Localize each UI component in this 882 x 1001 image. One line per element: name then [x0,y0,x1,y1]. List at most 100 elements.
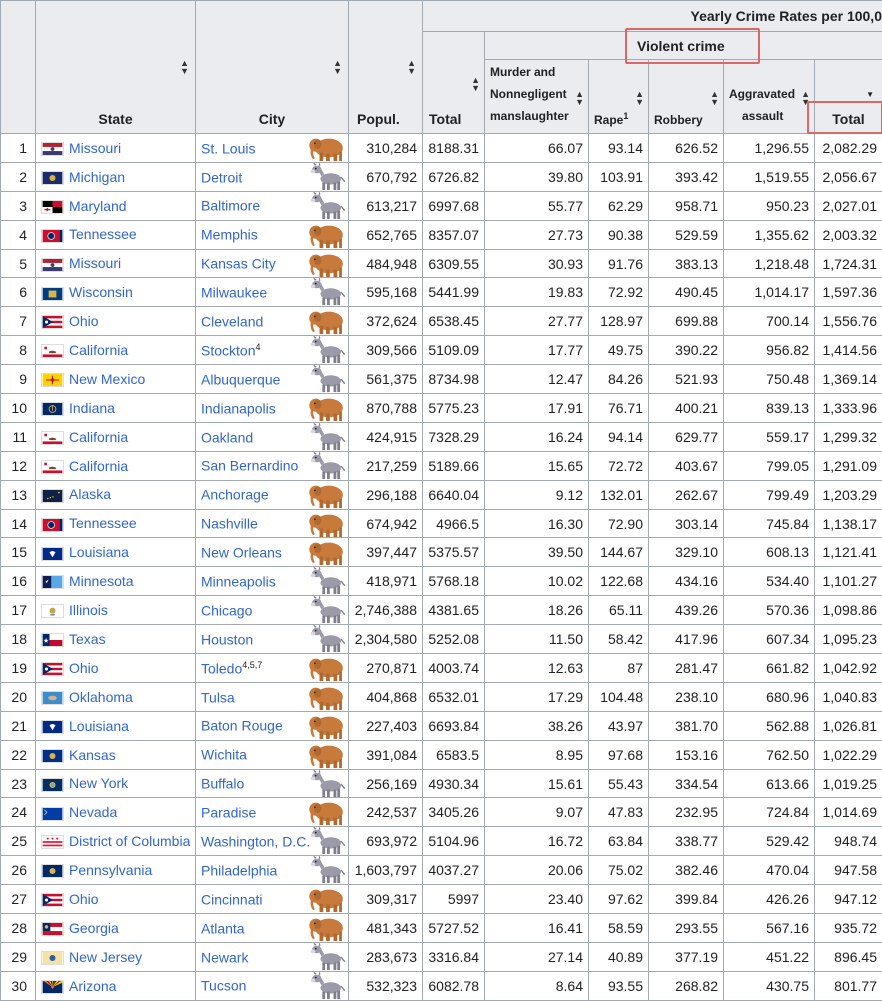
state-link[interactable]: Indiana [69,400,115,416]
state-link[interactable]: Georgia [69,920,119,936]
city-link[interactable]: Minneapolis [201,574,276,590]
table-row: 22KansasWichita391,0846583.58.9597.68153… [1,740,882,769]
state-link[interactable]: California [69,342,128,358]
city-link[interactable]: Baton Rouge [201,718,283,734]
city-link[interactable]: Philadelphia [201,863,277,879]
city-link[interactable]: Baltimore [201,198,260,214]
city-link[interactable]: Cleveland [201,314,263,330]
sort-icon[interactable]: ▲▼ [471,76,480,92]
city-cell: Philadelphia [196,856,349,885]
city-link[interactable]: Wichita [201,747,247,763]
city-link[interactable]: Cincinnati [201,891,262,907]
city-link[interactable]: Stockton [201,343,255,359]
population-header[interactable]: ▲▼ Popul. [349,1,423,134]
city-link[interactable]: Indianapolis [201,400,276,416]
state-flag-icon [41,951,64,965]
city-link[interactable]: Tulsa [201,689,235,705]
robbery-cell: 699.88 [649,307,724,336]
state-link[interactable]: Louisiana [69,718,129,734]
table-row: 17IllinoisChicago2,746,3884381.6518.2665… [1,596,882,625]
city-link[interactable]: Buffalo [201,776,244,792]
city-link[interactable]: Tucson [201,978,246,994]
state-link[interactable]: Ohio [69,313,99,329]
rank-cell: 19 [1,654,36,683]
state-link[interactable]: Wisconsin [69,284,133,300]
donkey-icon [308,827,346,855]
city-footnote[interactable]: 4,5,7 [242,660,262,670]
total-highlight [807,101,882,134]
robbery-cell: 232.95 [649,798,724,827]
state-link[interactable]: Missouri [69,140,121,156]
state-link[interactable]: District of Columbia [69,833,190,849]
state-link[interactable]: Ohio [69,891,99,907]
city-link[interactable]: Houston [201,631,253,647]
rank-cell: 4 [1,220,36,249]
sort-descending-icon[interactable]: ▼ [866,90,874,99]
state-link[interactable]: Maryland [69,198,127,214]
city-link[interactable]: Kansas City [201,256,276,272]
sort-icon[interactable]: ▲▼ [710,90,719,106]
state-link[interactable]: Oklahoma [69,689,133,705]
state-link[interactable]: Alaska [69,486,111,502]
total-cell: 6309.55 [423,249,485,278]
sort-icon[interactable]: ▲▼ [180,59,189,75]
state-header-label: State [98,111,132,127]
city-link[interactable]: Albuquerque [201,371,280,387]
sort-icon[interactable]: ▲▼ [333,59,342,75]
city-link[interactable]: Detroit [201,169,242,185]
state-header[interactable]: ▲▼ State [36,1,196,134]
city-link[interactable]: Atlanta [201,920,245,936]
state-link[interactable]: Texas [69,631,106,647]
state-link[interactable]: Tennessee [69,226,137,242]
state-link[interactable]: Kansas [69,747,116,763]
city-link[interactable]: Paradise [201,805,256,821]
state-link[interactable]: Tennessee [69,515,137,531]
city-link[interactable]: Anchorage [201,487,269,503]
city-link[interactable]: Nashville [201,516,258,532]
city-link[interactable]: New Orleans [201,545,282,561]
robbery-cell: 293.55 [649,914,724,943]
state-link[interactable]: New York [69,775,128,791]
state-link[interactable]: New Mexico [69,371,145,387]
state-link[interactable]: Michigan [69,169,125,185]
city-link[interactable]: Washington, D.C. [201,834,310,850]
city-link[interactable]: San Bernardino [201,458,298,474]
state-link[interactable]: California [69,429,128,445]
city-link[interactable]: St. Louis [201,140,255,156]
state-link[interactable]: Arizona [69,978,116,994]
rape-footnote[interactable]: 1 [623,111,628,121]
sort-icon[interactable]: ▲▼ [575,90,584,106]
robbery-header[interactable]: ▲▼ Robbery [649,60,724,134]
city-link[interactable]: Memphis [201,227,258,243]
city-link[interactable]: Newark [201,949,248,965]
rank-cell: 17 [1,596,36,625]
city-link[interactable]: Milwaukee [201,285,267,301]
state-link[interactable]: Missouri [69,255,121,271]
aggravated-assault-cell: 570.36 [724,596,815,625]
aggravated-assault-cell: 1,355.62 [724,220,815,249]
state-link[interactable]: Minnesota [69,573,134,589]
rank-cell: 5 [1,249,36,278]
city-link[interactable]: Chicago [201,603,252,619]
total-cell: 5997 [423,885,485,914]
state-flag-icon [41,835,64,849]
state-link[interactable]: Nevada [69,804,117,820]
state-link[interactable]: Louisiana [69,544,129,560]
total-cell: 5727.52 [423,914,485,943]
aggravated-assault-header[interactable]: ▲▼ Aggravated assault [724,60,815,134]
state-link[interactable]: New Jersey [69,949,142,965]
state-link[interactable]: Pennsylvania [69,862,152,878]
city-link[interactable]: Oakland [201,429,253,445]
state-link[interactable]: Illinois [69,602,108,618]
city-footnote[interactable]: 4 [255,342,260,352]
state-cell: Ohio [36,885,196,914]
city-header[interactable]: ▲▼ City [196,1,349,134]
city-link[interactable]: Toledo [201,660,242,676]
murder-header[interactable]: ▲▼ Murder and Nonnegligent manslaughter [485,60,589,134]
sort-icon[interactable]: ▲▼ [635,90,644,106]
rape-header[interactable]: ▲▼ Rape1 [589,60,649,134]
state-link[interactable]: Ohio [69,660,99,676]
total-header[interactable]: ▲▼ Total [423,32,485,134]
state-link[interactable]: California [69,458,128,474]
sort-icon[interactable]: ▲▼ [407,59,416,75]
